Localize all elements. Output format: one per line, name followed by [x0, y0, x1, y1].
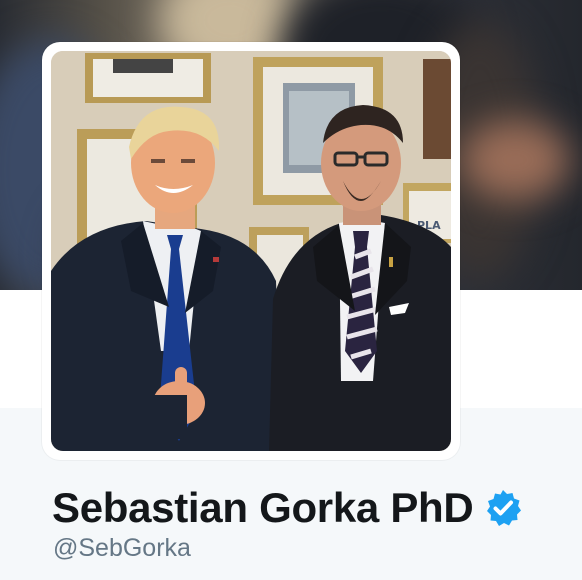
profile-avatar-frame[interactable]: PLA — [42, 42, 460, 460]
profile-avatar[interactable]: PLA — [51, 51, 451, 451]
profile-display-name[interactable]: Sebastian Gorka PhD — [52, 484, 474, 532]
avatar-photo: PLA — [51, 51, 451, 451]
profile-handle[interactable]: @SebGorka — [53, 534, 191, 563]
profile-page: PLA Sebastian Gorka PhD @SebGorka — [0, 0, 582, 580]
wall-frame-top-left — [85, 53, 211, 103]
verified-badge-icon[interactable] — [483, 488, 523, 528]
profile-name-row: Sebastian Gorka PhD — [52, 482, 523, 534]
